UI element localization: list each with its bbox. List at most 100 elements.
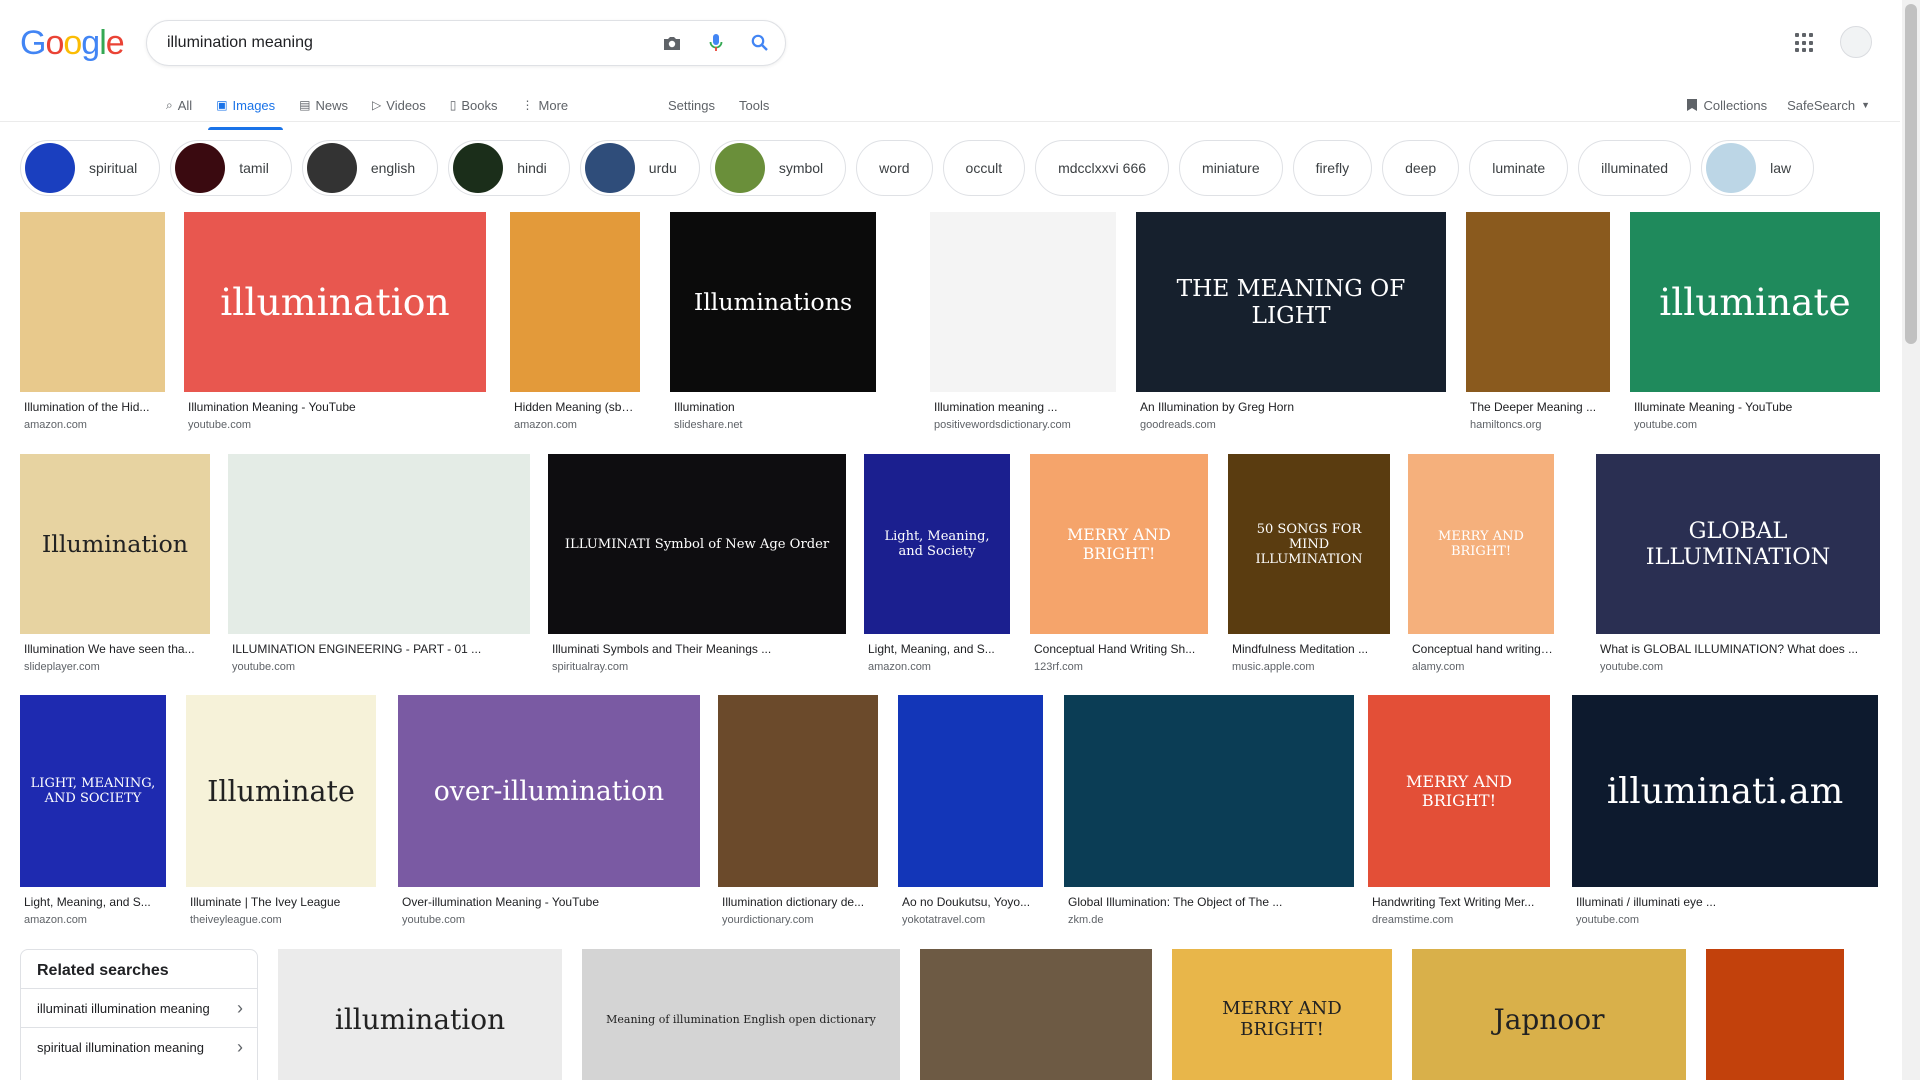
image-result[interactable]: The Deeper Meaning ... hamiltoncs.org	[1466, 212, 1610, 436]
image-source[interactable]: alamy.com	[1412, 661, 1554, 673]
image-thumbnail[interactable]: illuminati.am	[1572, 695, 1878, 887]
image-source[interactable]: youtube.com	[188, 419, 486, 431]
image-source[interactable]: goodreads.com	[1140, 419, 1446, 431]
image-source[interactable]: hamiltoncs.org	[1470, 419, 1610, 431]
image-source[interactable]: positivewordsdictionary.com	[934, 419, 1116, 431]
image-thumbnail[interactable]: MERRY AND BRIGHT!	[1172, 949, 1392, 1080]
avatar[interactable]	[1840, 26, 1872, 58]
image-thumbnail[interactable]	[510, 212, 640, 392]
image-source[interactable]: spiritualray.com	[552, 661, 846, 673]
image-source[interactable]: theiveyleague.com	[190, 914, 376, 926]
image-result[interactable]: MERRY AND BRIGHT! Conceptual hand writing…	[1408, 454, 1554, 678]
image-result[interactable]: Illumination meaning ... positivewordsdic…	[930, 212, 1116, 436]
chip-symbol[interactable]: symbol	[709, 140, 847, 196]
chip-tamil[interactable]: tamil	[170, 140, 292, 196]
tools-link[interactable]: Tools	[739, 98, 769, 113]
image-title[interactable]: Illumination meaning ...	[934, 400, 1116, 414]
chip-miniature[interactable]: miniature	[1179, 140, 1283, 196]
tab-videos[interactable]: ▷ Videos	[372, 88, 426, 122]
image-title[interactable]: Over-illumination Meaning - YouTube	[402, 895, 700, 909]
tab-more[interactable]: ⋮ More	[522, 88, 569, 122]
image-title[interactable]: Mindfulness Meditation ...	[1232, 642, 1390, 656]
search-box[interactable]	[146, 20, 786, 66]
image-result[interactable]: Illuminations Illumination slideshare.net	[670, 212, 876, 436]
image-result[interactable]: Illumination Illumination We have seen th…	[20, 454, 210, 678]
image-title[interactable]: Global Illumination: The Object of The .…	[1068, 895, 1354, 909]
image-thumbnail[interactable]: ILLUMINATI Symbol of New Age Order	[548, 454, 846, 634]
image-thumbnail[interactable]: Meaning of illumination English open dic…	[582, 949, 900, 1080]
image-thumbnail[interactable]	[1064, 695, 1354, 887]
image-title[interactable]: Handwriting Text Writing Mer...	[1372, 895, 1550, 909]
image-thumbnail[interactable]: GLOBAL ILLUMINATION	[1596, 454, 1880, 634]
image-title[interactable]: Hidden Meaning (sbas...	[514, 400, 640, 414]
image-result[interactable]: illuminati.am Illuminati / illuminati eye…	[1572, 695, 1878, 931]
image-thumbnail[interactable]	[718, 695, 878, 887]
image-result[interactable]: Illumination dictionary de... yourdiction…	[718, 695, 878, 931]
image-source[interactable]: youtube.com	[1576, 914, 1878, 926]
chip-firefly[interactable]: firefly	[1292, 140, 1373, 196]
image-thumbnail[interactable]: illuminate	[1630, 212, 1880, 392]
related-search-item[interactable]: spiritual illumination meaning ›	[21, 1027, 257, 1066]
image-result[interactable]: over-illumination Over-illumination Meani…	[398, 695, 700, 931]
google-logo[interactable]: Google	[20, 24, 125, 63]
scrollbar-thumb[interactable]	[1905, 4, 1917, 344]
image-title[interactable]: Ao no Doukutsu, Yoyo...	[902, 895, 1043, 909]
image-title[interactable]: Illumination dictionary de...	[722, 895, 878, 909]
image-thumbnail[interactable]: illumination	[278, 949, 562, 1080]
image-thumbnail[interactable]: MERRY AND BRIGHT!	[1408, 454, 1554, 634]
image-result[interactable]: Global Illumination: The Object of The .…	[1064, 695, 1354, 931]
image-result[interactable]: illuminate Illuminate Meaning - YouTube yo…	[1630, 212, 1880, 436]
image-thumbnail[interactable]: 50 SONGS FOR MIND ILLUMINATION	[1228, 454, 1390, 634]
image-title[interactable]: Illuminati Symbols and Their Meanings ..…	[552, 642, 846, 656]
image-title[interactable]: Conceptual hand writing s...	[1412, 642, 1554, 656]
chip-occult[interactable]: occult	[942, 140, 1026, 196]
image-source[interactable]: youtube.com	[1634, 419, 1880, 431]
image-source[interactable]: youtube.com	[1600, 661, 1880, 673]
image-source[interactable]: amazon.com	[868, 661, 1010, 673]
chip-urdu[interactable]: urdu	[579, 140, 700, 196]
image-title[interactable]: Illumination of the Hid...	[24, 400, 165, 414]
image-source[interactable]: 123rf.com	[1034, 661, 1208, 673]
chip-deep[interactable]: deep	[1382, 140, 1460, 196]
image-result[interactable]: Hidden Meaning (sbas... amazon.com	[510, 212, 640, 436]
search-input[interactable]	[167, 34, 647, 52]
image-source[interactable]: zkm.de	[1068, 914, 1354, 926]
image-title[interactable]: Illuminati / illuminati eye ...	[1576, 895, 1878, 909]
chip-illuminated[interactable]: illuminated	[1578, 140, 1692, 196]
tab-books[interactable]: ▯ Books	[450, 88, 498, 122]
image-result[interactable]: MERRY AND BRIGHT! Conceptual Hand Writing…	[1030, 454, 1208, 678]
image-result[interactable]: Ao no Doukutsu, Yoyo... yokotatravel.com	[898, 695, 1043, 931]
image-thumbnail[interactable]	[20, 212, 165, 392]
image-thumbnail[interactable]: Japnoor	[1412, 949, 1686, 1080]
chip-mdcclxxvi-666[interactable]: mdcclxxvi 666	[1035, 140, 1170, 196]
image-title[interactable]: An Illumination by Greg Horn	[1140, 400, 1446, 414]
safesearch-menu[interactable]: SafeSearch ▼	[1787, 98, 1870, 113]
image-thumbnail[interactable]	[920, 949, 1152, 1080]
tab-images[interactable]: ▣ Images	[208, 88, 284, 130]
image-source[interactable]: yokotatravel.com	[902, 914, 1043, 926]
image-result[interactable]: MERRY AND BRIGHT! Handwriting Text Writin…	[1368, 695, 1550, 931]
image-title[interactable]: Light, Meaning, and S...	[24, 895, 166, 909]
image-thumbnail[interactable]: Illuminate	[186, 695, 376, 887]
tab-news[interactable]: ▤ News	[299, 88, 348, 122]
chip-hindi[interactable]: hindi	[448, 140, 570, 196]
image-thumbnail[interactable]: MERRY AND BRIGHT!	[1368, 695, 1550, 887]
image-thumbnail[interactable]: LIGHT, MEANING, AND SOCIETY	[20, 695, 166, 887]
scrollbar[interactable]	[1902, 0, 1920, 1080]
image-source[interactable]: amazon.com	[24, 419, 165, 431]
image-title[interactable]: Illuminate | The Ivey League	[190, 895, 376, 909]
image-result[interactable]: Illumination of the Hid... amazon.com	[20, 212, 165, 436]
chip-luminate[interactable]: luminate	[1469, 140, 1569, 196]
search-icon[interactable]	[749, 32, 771, 54]
image-result[interactable]: ILLUMINATI Symbol of New Age Order Illumi…	[548, 454, 846, 678]
chip-spiritual[interactable]: spiritual	[20, 140, 161, 196]
image-result[interactable]: GLOBAL ILLUMINATION What is GLOBAL ILLUMI…	[1596, 454, 1880, 678]
image-thumbnail[interactable]	[228, 454, 530, 634]
image-result[interactable]: THE MEANING OF LIGHT An Illumination by G…	[1136, 212, 1446, 436]
image-thumbnail[interactable]: Light, Meaning, and Society	[864, 454, 1010, 634]
image-result[interactable]: Illuminate Illuminate | The Ivey League th…	[186, 695, 376, 931]
image-thumbnail[interactable]	[898, 695, 1043, 887]
image-title[interactable]: What is GLOBAL ILLUMINATION? What does .…	[1600, 642, 1880, 656]
chip-english[interactable]: english	[301, 140, 439, 196]
image-source[interactable]: youtube.com	[402, 914, 700, 926]
